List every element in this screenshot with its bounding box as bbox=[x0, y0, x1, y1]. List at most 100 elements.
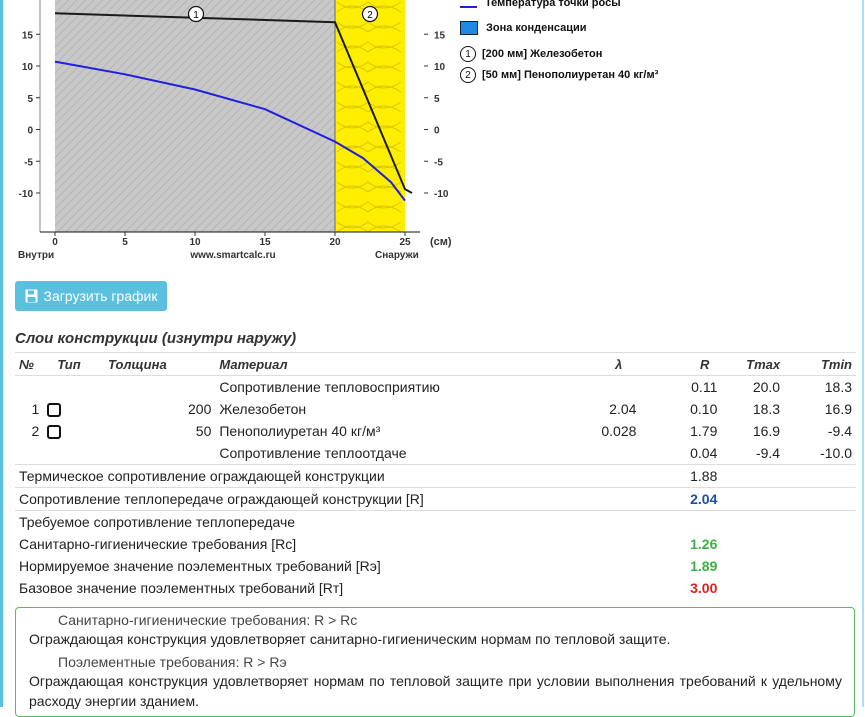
row-lambda bbox=[539, 376, 640, 399]
row-thickness: 50 bbox=[195, 423, 212, 439]
row-material: Пенополиуретан 40 кг/м³ bbox=[219, 423, 381, 439]
outside-label: Снаружи bbox=[375, 250, 419, 261]
row-lambda: 0.028 bbox=[601, 423, 637, 439]
insulation-layer-area bbox=[335, 0, 405, 232]
y-tick-label-left: 10 bbox=[22, 62, 34, 73]
row-num: 1 bbox=[31, 401, 40, 417]
col-type: Тип bbox=[43, 352, 105, 376]
temperature-chart: 1 2 15 10 5 0 -5 -10 15 10 5 0 -5 -10 0 5 10 15 20 25 (… bbox=[18, 0, 452, 261]
row-tmin: -9.4 bbox=[827, 423, 852, 439]
row-thickness bbox=[104, 376, 215, 399]
summary-label: Сопротивление теплопередаче ограждающей … bbox=[15, 487, 641, 511]
summary-value: 1.89 bbox=[690, 558, 718, 574]
legend-layer-2-label: [50 мм] Пенополиуретан 40 кг/м³ bbox=[482, 69, 659, 81]
summary-value: 1.26 bbox=[690, 536, 718, 552]
legend-zone-label: Зона конденсации bbox=[486, 22, 587, 34]
layer-type-checkbox[interactable] bbox=[47, 425, 62, 440]
summary-value: 2.04 bbox=[640, 487, 722, 511]
row-lambda: 2.04 bbox=[609, 401, 637, 417]
legend-layer-1-number: 1 bbox=[460, 46, 476, 62]
y-tick-label-right: 5 bbox=[434, 94, 440, 105]
svg-text:1: 1 bbox=[193, 10, 199, 21]
row-num: 2 bbox=[31, 423, 40, 439]
row-material: Железобетон bbox=[219, 401, 307, 417]
element-requirement-text: Ограждающая конструкция удовлетворяет но… bbox=[29, 673, 842, 709]
y-tick-label-left: 0 bbox=[27, 126, 33, 137]
col-lambda: λ bbox=[539, 352, 641, 376]
layers-title: Слои конструкции (изнутри наружу) bbox=[15, 330, 297, 347]
row-tmin: 18.3 bbox=[824, 379, 852, 395]
layer-marker-2: 2 bbox=[361, 5, 379, 23]
y-tick-label-right: -5 bbox=[434, 157, 443, 168]
row-lambda bbox=[539, 442, 640, 465]
y-tick-label-right: 10 bbox=[434, 62, 446, 73]
element-requirement-heading: Поэлементные требования: R > Rэ bbox=[58, 654, 287, 670]
legend-layer-2-number: 2 bbox=[460, 67, 476, 83]
col-thickness: Толщина bbox=[104, 352, 216, 376]
page-right-rule bbox=[862, 0, 864, 707]
x-tick-label: 15 bbox=[259, 237, 271, 248]
legend-dew-label: Температура точки росы bbox=[485, 0, 621, 9]
y-tick-label-left: 5 bbox=[27, 94, 33, 105]
row-num bbox=[15, 376, 43, 399]
sanitary-requirement-text: Ограждающая конструкция удовлетворяет са… bbox=[29, 631, 671, 647]
summary-row-thermal: Термическое сопротивление ограждающей ко… bbox=[15, 464, 856, 488]
y-tick-label-left: -10 bbox=[19, 189, 34, 200]
row-tmin: -10.0 bbox=[820, 445, 852, 461]
save-icon bbox=[25, 289, 38, 303]
x-axis-unit: (см) bbox=[430, 236, 452, 248]
table-row: Сопротивление теплоотдаче 0.04 -9.4 -10.… bbox=[15, 442, 856, 465]
row-tmax: 20.0 bbox=[752, 379, 781, 395]
x-tick-label: 0 bbox=[52, 237, 58, 248]
row-tmax: -9.4 bbox=[755, 445, 781, 461]
col-material: Материал bbox=[215, 352, 540, 376]
table-row: 1 200 Железобетон 2.04 0.10 18.3 16.9 bbox=[15, 398, 856, 420]
x-tick-label: 10 bbox=[189, 237, 201, 248]
download-chart-label: Загрузить график bbox=[43, 288, 158, 304]
col-r: R bbox=[640, 352, 722, 376]
summary-value: 1.88 bbox=[640, 464, 722, 488]
legend-dew-swatch bbox=[460, 6, 477, 8]
table-header: № Тип Толщина Материал λ R Tmax Tmin bbox=[15, 352, 856, 376]
row-r: 0.11 bbox=[691, 379, 718, 395]
summary-row-rc: Санитарно-гигиенические требования [Rc] … bbox=[15, 533, 856, 555]
col-num: № bbox=[15, 352, 44, 376]
table-row: 2 50 Пенополиуретан 40 кг/м³ 0.028 1.79 … bbox=[15, 420, 856, 442]
summary-label: Базовое значение поэлементных требований… bbox=[19, 580, 344, 596]
download-chart-button[interactable]: Загрузить график bbox=[15, 281, 167, 311]
y-tick-label-right: -10 bbox=[434, 189, 449, 200]
x-tick-label: 5 bbox=[122, 237, 128, 248]
legend-layer-1-label: [200 мм] Железобетон bbox=[482, 48, 603, 60]
layer-type-checkbox[interactable] bbox=[47, 403, 62, 418]
row-material: Сопротивление теплоотдаче bbox=[219, 445, 407, 461]
layer-marker-1: 1 bbox=[187, 5, 205, 23]
row-thickness bbox=[104, 442, 215, 465]
row-material: Сопротивление тепловосприятию bbox=[219, 379, 440, 395]
summary-label: Термическое сопротивление ограждающей ко… bbox=[15, 464, 641, 488]
summary-row-required: Требуемое сопротивление теплопередаче bbox=[15, 510, 856, 533]
row-r: 1.79 bbox=[690, 423, 718, 439]
y-tick-label-left: -5 bbox=[24, 157, 33, 168]
row-r: 0.10 bbox=[690, 401, 718, 417]
col-tmin: Tmin bbox=[784, 352, 856, 376]
legend-item-zone: Зона конденсации bbox=[460, 21, 587, 35]
summary-row-rt: Базовое значение поэлементных требований… bbox=[15, 577, 856, 599]
summary-value: 3.00 bbox=[690, 580, 718, 596]
summary-row-re: Нормируемое значение поэлементных требов… bbox=[15, 555, 856, 577]
inside-label: Внутри bbox=[18, 250, 54, 261]
col-tmax: Tmax bbox=[721, 352, 785, 376]
row-r: 0.04 bbox=[690, 445, 718, 461]
result-panel: Санитарно-гигиенические требования: R > … bbox=[15, 607, 855, 717]
row-tmax: 18.3 bbox=[752, 401, 781, 417]
website-label: www.smartcalc.ru bbox=[189, 250, 275, 261]
y-tick-label-right: 15 bbox=[434, 30, 446, 41]
x-tick-label: 25 bbox=[399, 237, 411, 248]
table-row: Сопротивление тепловосприятию 0.11 20.0 … bbox=[15, 376, 856, 399]
sanitary-requirement-heading: Санитарно-гигиенические требования: R > … bbox=[58, 612, 358, 628]
row-num bbox=[15, 442, 43, 465]
legend-item-layer-2: 2 [50 мм] Пенополиуретан 40 кг/м³ bbox=[460, 67, 658, 83]
layers-table: № Тип Толщина Материал λ R Tmax Tmin Соп… bbox=[15, 352, 856, 599]
legend-item-dew: Температура точки росы bbox=[460, 0, 621, 14]
row-tmin: 16.9 bbox=[824, 401, 852, 417]
summary-label: Нормируемое значение поэлементных требов… bbox=[19, 558, 381, 574]
